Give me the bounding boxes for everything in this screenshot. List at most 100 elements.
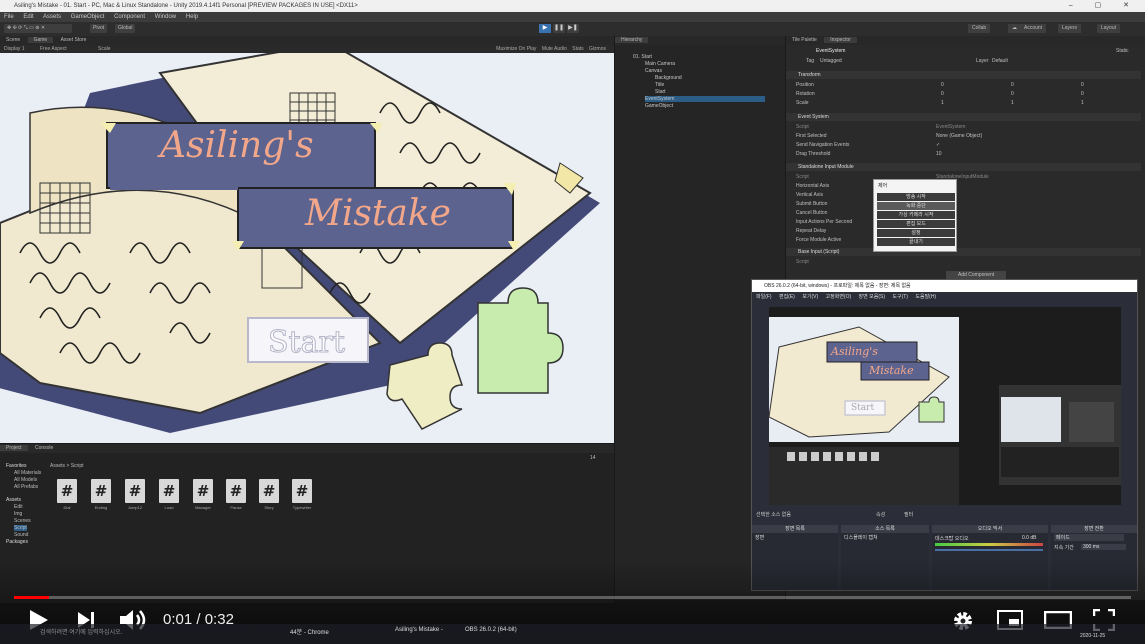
- hierarchy-item[interactable]: Canvas: [645, 68, 662, 74]
- account-dropdown[interactable]: Account: [1020, 24, 1047, 33]
- menu-help[interactable]: Help: [186, 14, 198, 20]
- play-button[interactable]: ▶: [539, 24, 551, 33]
- gizmos-toggle[interactable]: Gizmos: [589, 46, 606, 52]
- tab-hierarchy[interactable]: Hierarchy: [615, 37, 649, 43]
- tab-tile-palette[interactable]: Tile Palette: [786, 37, 823, 43]
- obs-menu-scenes[interactable]: 장면 모음(S): [859, 294, 885, 300]
- taskbar-search[interactable]: 검색하려면 여기에 입력하십시오.: [40, 627, 122, 636]
- global-button[interactable]: Global: [115, 24, 136, 33]
- project-tree-item[interactable]: Sound: [14, 532, 28, 538]
- hierarchy-item[interactable]: Start: [655, 89, 666, 95]
- project-tree-item[interactable]: Scenes: [14, 518, 31, 524]
- collab-button[interactable]: Collab: [968, 24, 991, 33]
- menu-item-start-stream[interactable]: 방송 시작: [877, 193, 955, 201]
- video-frame[interactable]: Asiling's Mistake - 01. Start - PC, Mac …: [0, 0, 1145, 644]
- base-input-header[interactable]: Base Input (Script): [786, 248, 1141, 256]
- tab-console[interactable]: Console: [29, 445, 59, 451]
- tab-scene[interactable]: Scene: [0, 37, 26, 43]
- menu-item-virtual-camera[interactable]: 가상 카메라 시작: [877, 211, 955, 219]
- menu-file[interactable]: File: [4, 14, 14, 20]
- menu-window[interactable]: Window: [155, 14, 176, 20]
- source-item[interactable]: 디스플레이 캡쳐: [844, 534, 878, 541]
- tab-game[interactable]: Game: [27, 37, 54, 43]
- taskbar-item-unity[interactable]: Asiling's Mistake -: [395, 627, 443, 633]
- script-file-icon[interactable]: #: [292, 479, 312, 503]
- step-button[interactable]: ▶❚: [567, 24, 579, 33]
- rotation-y[interactable]: 0: [1011, 91, 1014, 97]
- menu-item-exit[interactable]: 끝내기: [877, 238, 955, 246]
- taskbar-item-obs[interactable]: OBS 26.0.2 (64-bit): [465, 627, 517, 633]
- scene-item[interactable]: 장면: [755, 534, 764, 541]
- volume-slider[interactable]: [935, 549, 1043, 551]
- project-tree-item[interactable]: Img: [14, 511, 22, 517]
- duration-field[interactable]: 300 ms: [1081, 544, 1126, 550]
- menu-item-settings[interactable]: 설정: [877, 229, 955, 237]
- display-dropdown[interactable]: Display 1: [4, 46, 25, 52]
- menu-item-studio-mode[interactable]: 편집 모드: [877, 220, 955, 228]
- drag-threshold-field[interactable]: 10: [936, 151, 942, 157]
- maximize-on-play-toggle[interactable]: Maximize On Play: [496, 46, 536, 52]
- transform-tools[interactable]: ✥ ✣ ⟳ ⤡ ▭ ⊕ ✕: [4, 24, 72, 33]
- scale-y[interactable]: 1: [1011, 100, 1014, 106]
- project-tree-item[interactable]: Packages: [6, 539, 28, 545]
- scale-z[interactable]: 1: [1081, 100, 1084, 106]
- window-controls[interactable]: – ▢ ✕: [1069, 0, 1139, 12]
- game-view[interactable]: Asiling's Mistake Start: [0, 53, 614, 443]
- project-tree-item[interactable]: Assets: [6, 497, 21, 503]
- stats-toggle[interactable]: Stats: [572, 46, 583, 52]
- start-button[interactable]: Start: [268, 325, 346, 361]
- taskbar-item-chrome[interactable]: 44분 - Chrome: [290, 627, 329, 636]
- layer-dropdown[interactable]: Default: [992, 58, 1008, 64]
- position-y[interactable]: 0: [1011, 82, 1014, 88]
- obs-menu-tools[interactable]: 도구(T): [892, 294, 908, 300]
- transform-header[interactable]: Transform: [786, 71, 1141, 79]
- obs-menu-help[interactable]: 도움말(H): [915, 294, 936, 300]
- obs-preview[interactable]: Asiling's Mistake Start: [768, 307, 1121, 505]
- progress-bar[interactable]: [14, 596, 1131, 599]
- hierarchy-item-selected[interactable]: EventSystem: [645, 96, 765, 102]
- menu-item-stop-recording[interactable]: 녹화 중단: [877, 202, 955, 210]
- rotation-z[interactable]: 0: [1081, 91, 1084, 97]
- aspect-dropdown[interactable]: Free Aspect: [40, 46, 67, 52]
- static-toggle[interactable]: Static: [1116, 48, 1129, 54]
- position-z[interactable]: 0: [1081, 82, 1084, 88]
- scale-x[interactable]: 1: [941, 100, 944, 106]
- transition-dropdown[interactable]: 페이드: [1054, 534, 1124, 541]
- object-name-field[interactable]: EventSystem: [816, 48, 845, 54]
- project-tree-item[interactable]: Favorites: [6, 463, 27, 469]
- obs-menu-file[interactable]: 파일(F): [756, 294, 772, 300]
- tab-asset-store[interactable]: Asset Store: [55, 37, 93, 43]
- script-file-icon[interactable]: #: [91, 479, 111, 503]
- add-component-button[interactable]: Add Component: [946, 271, 1007, 279]
- obs-menu-edit[interactable]: 편집(E): [779, 294, 795, 300]
- pivot-button[interactable]: Pivot: [90, 24, 108, 33]
- project-tree-item[interactable]: All Models: [14, 477, 37, 483]
- obs-menu-docks[interactable]: 고정화면(O): [826, 294, 852, 300]
- script-file-icon[interactable]: #: [193, 479, 213, 503]
- script-file-icon[interactable]: #: [57, 479, 77, 503]
- layout-dropdown[interactable]: Layout: [1097, 24, 1121, 33]
- position-x[interactable]: 0: [941, 82, 944, 88]
- script-file-icon[interactable]: #: [159, 479, 179, 503]
- obs-window[interactable]: OBS 26.0.2 (64-bit, windows) - 프로파일: 제목 …: [751, 279, 1138, 591]
- obs-filters-button[interactable]: 필터: [904, 511, 913, 518]
- tag-dropdown[interactable]: Untagged: [820, 58, 842, 64]
- obs-properties-button[interactable]: 속성: [876, 511, 885, 518]
- project-tree-item[interactable]: All Materials: [14, 470, 41, 476]
- script-file-icon[interactable]: #: [226, 479, 246, 503]
- mute-audio-toggle[interactable]: Mute Audio: [542, 46, 567, 52]
- hierarchy-item[interactable]: GameObject: [645, 103, 673, 109]
- menu-edit[interactable]: Edit: [23, 14, 33, 20]
- script-file-icon[interactable]: #: [259, 479, 279, 503]
- send-nav-checkbox[interactable]: ✓: [936, 142, 940, 148]
- project-tree-item[interactable]: All Prefabs: [14, 484, 38, 490]
- pause-button[interactable]: ❚❚: [553, 24, 565, 33]
- scale-slider[interactable]: Scale: [98, 46, 111, 52]
- menu-assets[interactable]: Assets: [43, 14, 61, 20]
- hierarchy-item[interactable]: Background: [655, 75, 682, 81]
- tab-inspector[interactable]: Inspector: [824, 37, 857, 43]
- menu-gameobject[interactable]: GameObject: [71, 14, 105, 20]
- rotation-x[interactable]: 0: [941, 91, 944, 97]
- first-selected-field[interactable]: None (Game Object): [936, 133, 982, 139]
- project-breadcrumb[interactable]: Assets > Script: [50, 463, 83, 469]
